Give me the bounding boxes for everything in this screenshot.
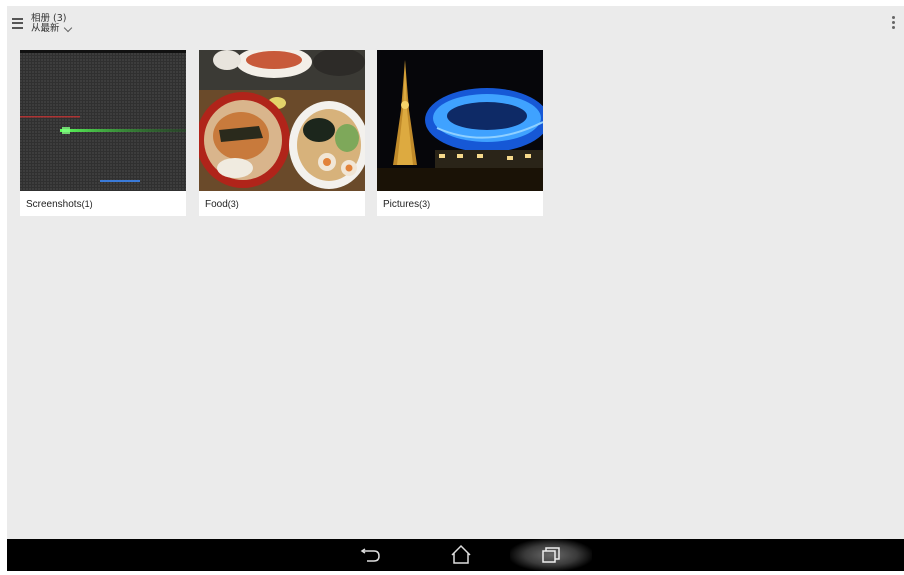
sort-label: 从最新 <box>31 23 60 34</box>
title-area: 相册 (3) 从最新 <box>31 14 72 34</box>
album-thumbnail <box>20 50 186 191</box>
more-vertical-icon[interactable] <box>890 14 896 36</box>
album-count: (3) <box>419 199 431 209</box>
album-food[interactable]: Food(3) <box>199 50 365 216</box>
recent-apps-icon[interactable] <box>531 539 571 571</box>
album-count: (1) <box>81 199 93 209</box>
home-icon[interactable] <box>441 539 481 571</box>
album-label: Food(3) <box>205 199 239 210</box>
album-name: Screenshots <box>26 199 82 210</box>
album-thumbnail <box>377 50 543 191</box>
album-pictures[interactable]: Pictures(3) <box>377 50 543 216</box>
gallery-app: 相册 (3) 从最新 Screenshots(1) Food(3) Pictur… <box>7 6 904 539</box>
album-name: Pictures <box>383 199 420 210</box>
album-screenshots[interactable]: Screenshots(1) <box>20 50 186 216</box>
album-label: Screenshots(1) <box>26 199 93 210</box>
album-label: Pictures(3) <box>383 199 430 210</box>
hamburger-menu-icon[interactable] <box>12 17 23 29</box>
sort-dropdown[interactable]: 从最新 <box>31 23 72 34</box>
album-name: Food <box>205 199 228 210</box>
system-navigation-bar <box>7 539 904 571</box>
back-icon[interactable] <box>352 539 392 571</box>
album-count: (3) <box>227 199 239 209</box>
album-thumbnail <box>199 50 365 191</box>
chevron-down-icon <box>63 23 72 32</box>
